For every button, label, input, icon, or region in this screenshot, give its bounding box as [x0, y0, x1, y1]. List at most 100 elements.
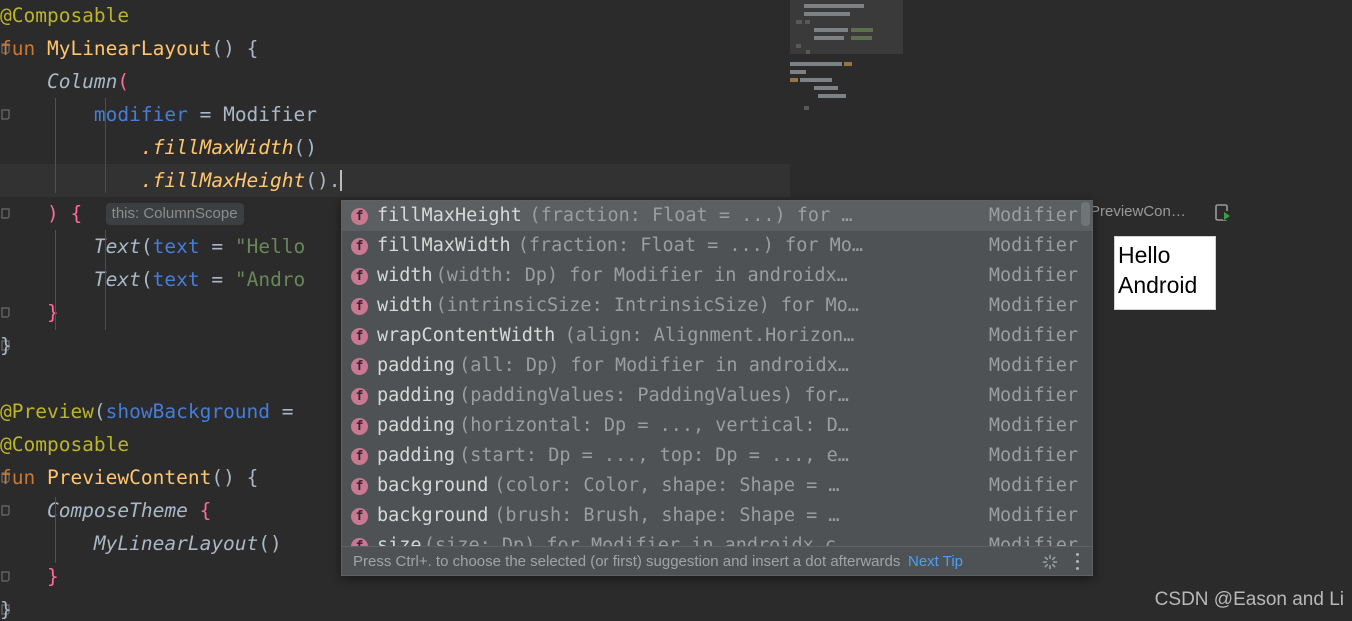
code-line[interactable]: fun MyLinearLayout() {	[0, 32, 905, 65]
code-token: }	[0, 565, 59, 588]
autocomplete-item-signature: (color: Color, shape: Shape = …	[494, 475, 840, 496]
code-token: }	[0, 301, 59, 324]
function-icon: f	[351, 208, 368, 225]
autocomplete-item[interactable]: f width (intrinsicSize: IntrinsicSize) for…	[342, 291, 1092, 321]
function-icon: f	[351, 238, 368, 255]
autocomplete-item[interactable]: f width (width: Dp) for Modifier in androi…	[342, 261, 1092, 291]
preview-text-hello: Hello	[1118, 242, 1171, 268]
autocomplete-item-type: Modifier	[988, 205, 1078, 226]
preview-text-android: Android	[1118, 272, 1198, 298]
code-line[interactable]: .fillMaxHeight().	[0, 164, 905, 197]
autocomplete-item-name: background	[377, 505, 489, 526]
autocomplete-item[interactable]: f padding (paddingValues: PaddingValues) f…	[342, 381, 1092, 411]
autocomplete-item-type: Modifier	[988, 385, 1078, 406]
function-icon: f	[351, 358, 368, 375]
code-line[interactable]: }	[0, 593, 905, 621]
autocomplete-item-name: width	[377, 265, 433, 286]
code-line[interactable]: .fillMaxWidth()	[0, 131, 905, 164]
autocomplete-item[interactable]: f background (brush: Brush, shape: Shape =…	[342, 501, 1092, 531]
autocomplete-status-bar: Press Ctrl+. to choose the selected (or …	[342, 547, 1092, 575]
more-options-icon[interactable]	[1076, 553, 1080, 571]
autocomplete-item[interactable]: f padding (horizontal: Dp = ..., vertical:…	[342, 411, 1092, 441]
minimap-line	[814, 36, 844, 40]
autocomplete-scrollbar[interactable]	[1081, 202, 1090, 226]
function-icon: f	[351, 328, 368, 345]
autocomplete-item-type: Modifier	[988, 475, 1078, 496]
minimap-line	[814, 28, 848, 32]
autocomplete-item[interactable]: f padding (start: Dp = ..., top: Dp = ...,…	[342, 441, 1092, 471]
code-token: =	[199, 235, 235, 258]
code-token: text	[152, 268, 200, 291]
code-token: (	[140, 268, 153, 291]
code-token: () {	[211, 37, 259, 60]
autocomplete-item[interactable]: f wrapContentWidth (align: Alignment.Horiz…	[342, 321, 1092, 351]
autocomplete-item-signature: (brush: Brush, shape: Shape = …	[494, 505, 840, 526]
function-icon: f	[351, 538, 368, 546]
autocomplete-item-type: Modifier	[988, 325, 1078, 346]
autocomplete-item-signature: (horizontal: Dp = ..., vertical: D…	[459, 415, 849, 436]
code-line[interactable]: @Composable	[0, 0, 905, 32]
minimap-line	[804, 106, 809, 110]
code-token: @Preview	[0, 400, 94, 423]
autocomplete-item-name: wrapContentWidth	[377, 325, 556, 346]
code-line[interactable]: modifier = Modifier	[0, 98, 905, 131]
minimap-line	[844, 62, 852, 66]
status-hint-text: Press Ctrl+. to choose the selected (or …	[353, 553, 901, 570]
next-tip-link[interactable]: Next Tip	[908, 547, 963, 575]
code-token: () {	[211, 466, 259, 489]
loading-spinner-icon	[1042, 554, 1058, 570]
code-token: ()	[293, 136, 317, 159]
autocomplete-item-signature: (size: Dp) for Modifier in androidx.c…	[423, 535, 848, 546]
code-token: =	[187, 103, 224, 126]
autocomplete-item-type: Modifier	[988, 505, 1078, 526]
autocomplete-item-name: fillMaxHeight	[377, 205, 522, 226]
autocomplete-item[interactable]: f padding (all: Dp) for Modifier in androi…	[342, 351, 1092, 381]
code-token: Column	[0, 70, 118, 93]
inlay-hint-this-columnscope: this: ColumnScope	[105, 203, 244, 225]
autocomplete-item-name: size	[377, 535, 422, 546]
preview-title: PreviewCon…	[1090, 203, 1186, 220]
preview-device-frame[interactable]: Hello Android	[1114, 236, 1216, 310]
autocomplete-item[interactable]: f background (color: Color, shape: Shape =…	[342, 471, 1092, 501]
autocomplete-item-type: Modifier	[988, 355, 1078, 376]
minimap-line	[818, 94, 846, 98]
code-token: =	[199, 268, 235, 291]
autocomplete-item[interactable]: f size(size: Dp) for Modifier in androidx…	[342, 531, 1092, 546]
autocomplete-popup[interactable]: f fillMaxHeight (fraction: Float = ...) fo…	[341, 200, 1093, 576]
minimap-line	[790, 78, 798, 82]
code-token: {	[187, 499, 212, 522]
minimap-line	[806, 50, 810, 54]
minimap-viewport[interactable]	[790, 0, 904, 54]
function-icon: f	[351, 298, 368, 315]
code-token: (	[93, 400, 106, 423]
function-icon: f	[351, 268, 368, 285]
autocomplete-item-name: width	[377, 295, 433, 316]
autocomplete-item-type: Modifier	[988, 415, 1078, 436]
code-token: Modifier	[223, 103, 317, 126]
function-icon: f	[351, 418, 368, 435]
indent-guide	[105, 98, 106, 193]
minimap-line	[800, 78, 832, 82]
minimap-line	[851, 28, 873, 32]
indent-guide	[55, 230, 56, 330]
code-token: MyLinearLayout	[0, 532, 259, 555]
code-token: fun	[0, 466, 47, 489]
minimap-line	[790, 62, 842, 66]
autocomplete-item[interactable]: f fillMaxHeight (fraction: Float = ...) fo…	[342, 201, 1092, 231]
code-line[interactable]: Column(	[0, 65, 905, 98]
autocomplete-list[interactable]: f fillMaxHeight (fraction: Float = ...) fo…	[342, 201, 1092, 546]
function-icon: f	[351, 388, 368, 405]
code-token: {	[58, 202, 83, 225]
autocomplete-item[interactable]: f fillMaxWidth (fraction: Float = ...) for…	[342, 231, 1092, 261]
autocomplete-item-name: padding	[377, 445, 455, 466]
autocomplete-item-signature: (all: Dp) for Modifier in androidx…	[459, 355, 849, 376]
minimap-line	[851, 36, 872, 40]
function-icon: f	[351, 478, 368, 495]
code-token: Text	[0, 235, 141, 258]
autocomplete-item-signature: (paddingValues: PaddingValues) for…	[459, 385, 849, 406]
run-preview-icon[interactable]	[1214, 203, 1234, 223]
minimap-line	[804, 12, 850, 16]
code-token: modifier	[0, 103, 188, 126]
code-token: @Composable	[0, 433, 130, 456]
